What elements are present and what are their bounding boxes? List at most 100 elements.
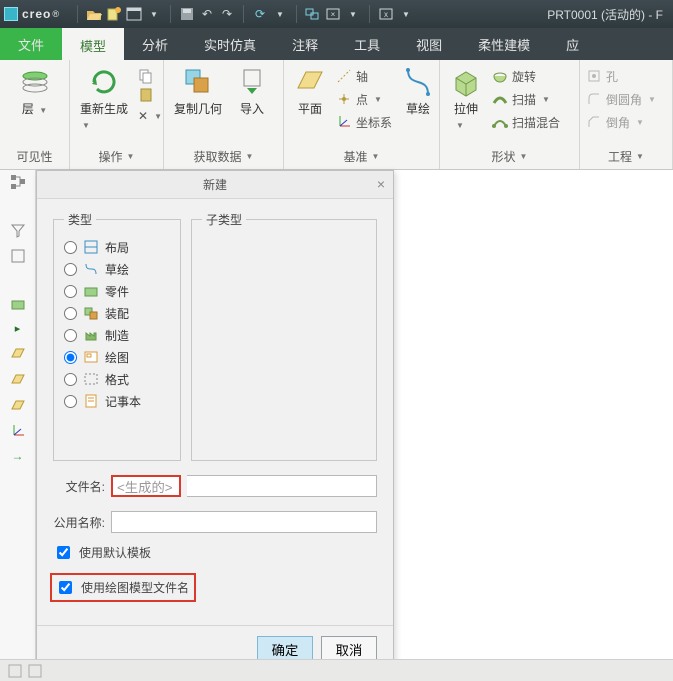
- paste-icon[interactable]: [138, 87, 154, 103]
- use-drawing-model-name-checkbox[interactable]: [59, 581, 72, 594]
- group-label: 获取数据: [194, 148, 242, 165]
- radio-sketch[interactable]: [64, 263, 77, 276]
- csys-button[interactable]: 坐标系: [336, 112, 392, 132]
- use-default-template-row[interactable]: 使用默认模板: [53, 543, 377, 562]
- filename-input[interactable]: [111, 475, 181, 497]
- revolve-icon: [492, 68, 508, 84]
- copygeom-button[interactable]: 复制几何: [170, 64, 226, 119]
- tab-simulation[interactable]: 实时仿真: [186, 28, 274, 60]
- radio-mfg[interactable]: [64, 329, 77, 342]
- sweep-button[interactable]: 扫描▼: [492, 89, 560, 109]
- layout-icon: [83, 239, 99, 255]
- type-sketch-row[interactable]: 草绘: [64, 258, 170, 280]
- new-icon[interactable]: [106, 6, 122, 22]
- dialog-close-button[interactable]: ×: [377, 176, 385, 192]
- insert-here-icon[interactable]: →: [12, 449, 24, 463]
- type-drawing-row[interactable]: 绘图: [64, 346, 170, 368]
- use-default-template-checkbox[interactable]: [57, 546, 70, 559]
- radio-notebook[interactable]: [64, 395, 77, 408]
- type-fieldset: 类型 布局 草绘 零件 装配 制造 绘图 格式 记事本: [53, 211, 181, 461]
- type-mfg-row[interactable]: 制造: [64, 324, 170, 346]
- tree-icon[interactable]: [10, 174, 26, 190]
- delete-icon[interactable]: ✕▼: [138, 106, 162, 126]
- chevron-down-icon: ▼: [456, 121, 464, 130]
- settings-icon[interactable]: [10, 248, 26, 264]
- chevron-down-icon: ▼: [520, 152, 528, 161]
- copy-icon[interactable]: [138, 68, 154, 84]
- dropdown-icon[interactable]: ▼: [398, 6, 414, 22]
- qat-separator: [243, 5, 244, 23]
- type-layout-row[interactable]: 布局: [64, 236, 170, 258]
- mfg-type-icon: [83, 327, 99, 343]
- round-label: 倒圆角: [606, 91, 642, 108]
- sweepblend-button[interactable]: 扫描混合: [492, 112, 560, 132]
- dialog-titlebar: 新建 ×: [37, 171, 393, 199]
- tab-tools[interactable]: 工具: [336, 28, 398, 60]
- type-notebook-row[interactable]: 记事本: [64, 390, 170, 412]
- round-button[interactable]: 倒圆角 ▼: [586, 89, 656, 109]
- save-icon[interactable]: [179, 6, 195, 22]
- close-win-icon[interactable]: ×: [325, 6, 341, 22]
- redo-icon[interactable]: ↷: [219, 6, 235, 22]
- group-getdata: 复制几何 导入 获取数据▼: [164, 60, 284, 169]
- group-label: 基准: [344, 148, 368, 165]
- use-drawing-model-name-row[interactable]: 使用绘图模型文件名: [53, 576, 193, 599]
- axis-button[interactable]: 轴: [336, 66, 392, 86]
- radio-part[interactable]: [64, 285, 77, 298]
- part-node-icon[interactable]: [10, 296, 26, 312]
- dropdown-icon[interactable]: ▼: [345, 6, 361, 22]
- filename-input-ext[interactable]: [187, 475, 377, 497]
- filter-icon[interactable]: [10, 222, 26, 238]
- radio-asm[interactable]: [64, 307, 77, 320]
- tree-expand-icon[interactable]: ▸: [15, 322, 21, 335]
- sweep-icon: [492, 91, 508, 107]
- tab-view[interactable]: 视图: [398, 28, 460, 60]
- plane-node-icon[interactable]: [10, 371, 26, 387]
- type-part-row[interactable]: 零件: [64, 280, 170, 302]
- sketch-button[interactable]: 草绘: [398, 64, 438, 119]
- tab-analysis[interactable]: 分析: [124, 28, 186, 60]
- extrude-button[interactable]: 拉伸▼: [446, 64, 486, 133]
- tab-file[interactable]: 文件: [0, 28, 62, 60]
- layer-button[interactable]: 层 ▼: [15, 64, 55, 119]
- tab-flex[interactable]: 柔性建模: [460, 28, 548, 60]
- windows-icon[interactable]: [305, 6, 321, 22]
- drawing-type-icon: [83, 349, 99, 365]
- hole-button[interactable]: 孔: [586, 66, 656, 86]
- type-label: 装配: [105, 305, 129, 322]
- plane-button[interactable]: 平面: [290, 64, 330, 119]
- import-button[interactable]: 导入: [232, 64, 272, 119]
- undo-icon[interactable]: ↶: [199, 6, 215, 22]
- radio-drawing[interactable]: [64, 351, 77, 364]
- import-label: 导入: [240, 100, 264, 117]
- tab-model[interactable]: 模型: [62, 28, 124, 60]
- regenerate-button[interactable]: 重新生成▼: [76, 64, 132, 133]
- csys-node-icon[interactable]: [10, 423, 26, 439]
- type-format-row[interactable]: 格式: [64, 368, 170, 390]
- group-label: 操作: [99, 148, 123, 165]
- open-icon[interactable]: [86, 6, 102, 22]
- revolve-button[interactable]: 旋转: [492, 66, 560, 86]
- close-icon[interactable]: x: [378, 6, 394, 22]
- commonname-input[interactable]: [111, 511, 377, 533]
- group-engineering: 孔 倒圆角▼ 倒角▼ 工程▼: [580, 60, 673, 169]
- radio-layout[interactable]: [64, 241, 77, 254]
- chamfer-button[interactable]: 倒角▼: [586, 112, 656, 132]
- chevron-down-icon: ▼: [648, 95, 656, 104]
- point-button[interactable]: 点▼: [336, 89, 392, 109]
- tab-annotate[interactable]: 注释: [274, 28, 336, 60]
- dropdown-icon[interactable]: ▼: [272, 6, 288, 22]
- plane-node-icon[interactable]: [10, 345, 26, 361]
- group-datum: 平面 轴 点▼ 坐标系 草绘 基准▼: [284, 60, 440, 169]
- sweep-label: 扫描: [512, 91, 536, 108]
- dropdown-icon[interactable]: ▼: [146, 6, 162, 22]
- ok-label: 确定: [272, 643, 299, 658]
- radio-format[interactable]: [64, 373, 77, 386]
- tab-app[interactable]: 应: [548, 28, 597, 60]
- type-asm-row[interactable]: 装配: [64, 302, 170, 324]
- type-legend: 类型: [64, 211, 96, 228]
- regen-icon[interactable]: ⟳: [252, 6, 268, 22]
- plane-node-icon[interactable]: [10, 397, 26, 413]
- asm-type-icon: [83, 305, 99, 321]
- new-window-icon[interactable]: [126, 6, 142, 22]
